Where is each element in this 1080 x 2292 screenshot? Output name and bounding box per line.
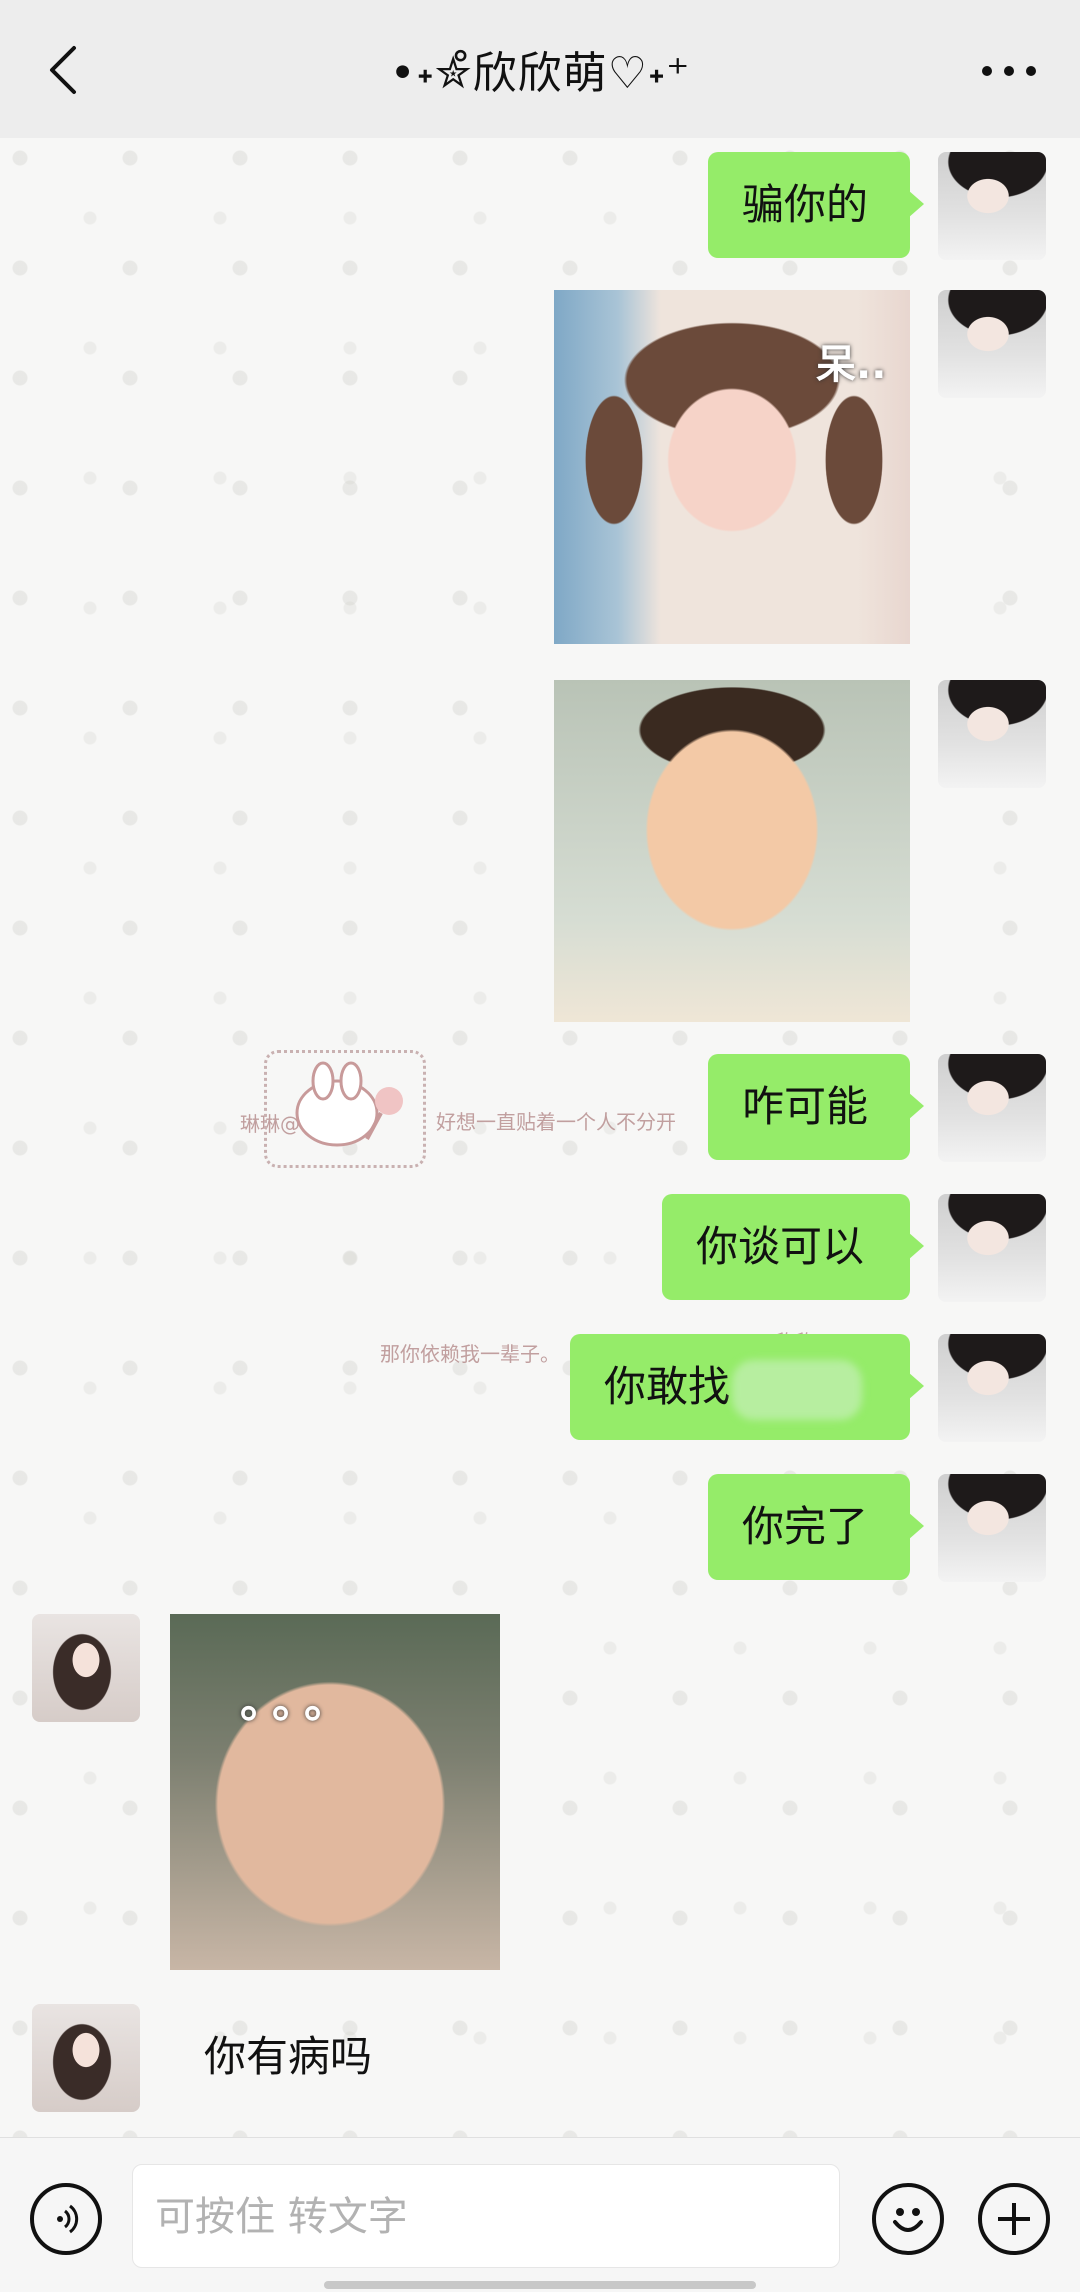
- back-button[interactable]: [36, 40, 90, 100]
- background-sticker-text: 好想一直贴着一个人不分开: [436, 1110, 676, 1134]
- outgoing-text-bubble[interactable]: 你完了: [708, 1474, 924, 1580]
- contact-avatar[interactable]: [32, 1614, 140, 1722]
- bunny-sticker: [264, 1050, 426, 1168]
- my-avatar[interactable]: [938, 680, 1046, 788]
- message-text: 咋可能: [742, 1082, 869, 1131]
- redaction-blur: [732, 1359, 863, 1420]
- ellipsis-icon: [982, 66, 1036, 76]
- chat-header: •˖✮̊欣欣萌♡˖⁺: [0, 0, 1080, 138]
- outgoing-image-message[interactable]: 呆..: [554, 290, 910, 644]
- emoji-button[interactable]: [872, 2183, 944, 2255]
- my-avatar[interactable]: [938, 1474, 1046, 1582]
- input-bar: 可按住 转文字: [0, 2137, 1080, 2292]
- contact-avatar[interactable]: [32, 2004, 140, 2112]
- home-indicator[interactable]: [324, 2281, 756, 2289]
- incoming-image-message[interactable]: 。。。: [170, 1614, 500, 1970]
- voice-button[interactable]: [30, 2183, 102, 2255]
- incoming-text-message[interactable]: 你有病吗: [204, 2004, 372, 2110]
- chat-screen: •˖✮̊欣欣萌♡˖⁺ 琳琳@ 好想一直贴着一个人不分开 那你依赖我一辈子。 @欣…: [0, 0, 1080, 2292]
- my-avatar[interactable]: [938, 290, 1046, 398]
- background-sticker-text: 那你依赖我一辈子。: [380, 1342, 560, 1366]
- outgoing-text-bubble[interactable]: 骗你的: [708, 152, 924, 258]
- chat-title: •˖✮̊欣欣萌♡˖⁺: [389, 48, 691, 99]
- my-avatar[interactable]: [938, 1334, 1046, 1442]
- image-caption: 呆..: [816, 342, 887, 388]
- my-avatar[interactable]: [938, 152, 1046, 260]
- message-text: 你敢找: [604, 1362, 731, 1411]
- more-button[interactable]: [974, 44, 1044, 98]
- voice-icon: [57, 2204, 79, 2234]
- message-text: 骗你的: [742, 180, 869, 229]
- my-avatar[interactable]: [938, 1194, 1046, 1302]
- outgoing-image-message[interactable]: [554, 680, 910, 1022]
- outgoing-text-bubble[interactable]: 你敢找: [570, 1334, 924, 1440]
- more-actions-button[interactable]: [978, 2183, 1050, 2255]
- chevron-left-icon: [50, 46, 76, 94]
- outgoing-text-bubble[interactable]: 你谈可以: [662, 1194, 924, 1300]
- outgoing-text-bubble[interactable]: 咋可能: [708, 1054, 924, 1160]
- message-list[interactable]: 琳琳@ 好想一直贴着一个人不分开 那你依赖我一辈子。 @欣欣 骗你的 呆..: [0, 138, 1080, 2137]
- plus-icon: [998, 2203, 1030, 2235]
- message-text: 你完了: [742, 1502, 869, 1551]
- emoji-icon: [893, 2208, 923, 2232]
- message-input[interactable]: 可按住 转文字: [132, 2164, 840, 2268]
- my-avatar[interactable]: [938, 1054, 1046, 1162]
- image-caption: 。。。: [240, 1677, 358, 1728]
- message-text: 你谈可以: [696, 1222, 865, 1271]
